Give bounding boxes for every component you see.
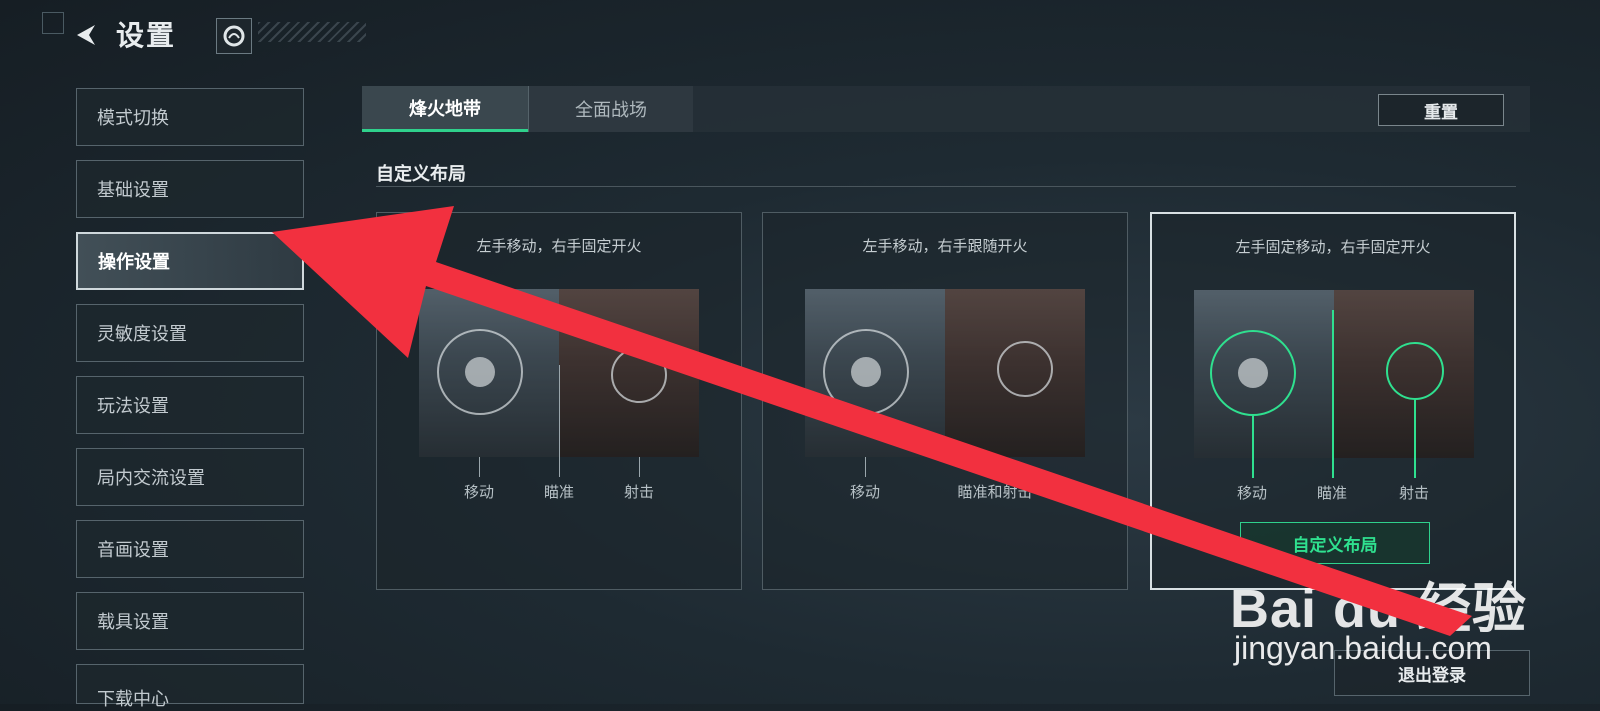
sidebar-item-label: 载具设置 bbox=[97, 612, 169, 633]
sidebar-item-label: 灵敏度设置 bbox=[97, 324, 187, 345]
tab-label: 全面战场 bbox=[575, 100, 647, 121]
card-title: 左手移动，右手跟随开火 bbox=[862, 237, 1028, 255]
card-title: 左手移动，右手固定开火 bbox=[476, 237, 642, 255]
label-aim: 瞄准 bbox=[543, 483, 574, 501]
sidebar-item-gameplay-settings[interactable]: 玩法设置 bbox=[76, 376, 304, 434]
layout-preview-image bbox=[419, 289, 699, 457]
aim-crosshair bbox=[1332, 310, 1334, 458]
label-aim-and-fire: 瞄准和射击 bbox=[957, 483, 1033, 501]
sidebar-item-basic-settings[interactable]: 基础设置 bbox=[76, 160, 304, 218]
sidebar-item-download-center[interactable]: 下载中心 bbox=[76, 664, 304, 710]
tab-full-battlefield[interactable]: 全面战场 bbox=[528, 86, 693, 132]
fire-button-icon bbox=[1386, 342, 1444, 400]
back-button[interactable] bbox=[70, 20, 100, 50]
reset-button[interactable]: 重置 bbox=[1378, 94, 1504, 126]
label-move: 移动 bbox=[849, 483, 880, 501]
page-title: 设置 bbox=[116, 19, 177, 52]
baidu-watermark: Bai du 经验 jingyan.baidu.com bbox=[1230, 560, 1570, 700]
label-aim: 瞄准 bbox=[1316, 484, 1347, 502]
header-stripes-decoration bbox=[258, 22, 366, 42]
custom-layout-button[interactable]: 自定义布局 bbox=[1240, 522, 1430, 564]
sidebar-item-label: 下载中心 bbox=[97, 689, 169, 710]
sidebar-item-communication-settings[interactable]: 局内交流设置 bbox=[76, 448, 304, 506]
sidebar-item-control-settings[interactable]: 操作设置 bbox=[76, 232, 304, 290]
label-move: 移动 bbox=[1236, 484, 1267, 502]
sidebar-item-label: 模式切换 bbox=[97, 108, 169, 129]
fire-button-icon bbox=[997, 341, 1053, 397]
label-move: 移动 bbox=[463, 483, 494, 501]
fire-button-icon bbox=[611, 347, 667, 403]
layout-card-2[interactable]: 左手移动，右手跟随开火 移动 瞄准和射击 bbox=[762, 212, 1128, 590]
sidebar-item-label: 局内交流设置 bbox=[97, 468, 205, 489]
layout-preview-image bbox=[1194, 290, 1474, 458]
label-fire: 射击 bbox=[623, 483, 654, 501]
sidebar-item-mode-switch[interactable]: 模式切换 bbox=[76, 88, 304, 146]
layout-card-1[interactable]: 左手移动，右手固定开火 移动 瞄准 射击 bbox=[376, 212, 742, 590]
sidebar-item-sensitivity-settings[interactable]: 灵敏度设置 bbox=[76, 304, 304, 362]
tab-label: 烽火地带 bbox=[409, 98, 481, 120]
section-divider bbox=[376, 186, 1516, 187]
corner-decoration bbox=[42, 12, 64, 34]
tab-warfare-zone[interactable]: 烽火地带 bbox=[362, 86, 528, 132]
sidebar-item-label: 音画设置 bbox=[97, 540, 169, 561]
sidebar-item-label: 玩法设置 bbox=[97, 396, 169, 417]
game-logo-button[interactable] bbox=[216, 18, 252, 54]
label-fire: 射击 bbox=[1398, 484, 1429, 502]
back-arrow-icon bbox=[77, 25, 95, 45]
card-title: 左手固定移动，右手固定开火 bbox=[1235, 238, 1431, 256]
section-title: 自定义布局 bbox=[376, 164, 466, 185]
layout-card-3[interactable]: 左手固定移动，右手固定开火 移动 瞄准 射击 自定义布局 bbox=[1150, 212, 1516, 590]
game-logo-icon bbox=[223, 25, 245, 47]
watermark-url: jingyan.baidu.com bbox=[1234, 630, 1492, 666]
sidebar-item-label: 操作设置 bbox=[98, 252, 170, 273]
layout-preview-image bbox=[805, 289, 1085, 457]
sidebar-item-label: 基础设置 bbox=[97, 180, 169, 201]
sidebar-item-audio-video-settings[interactable]: 音画设置 bbox=[76, 520, 304, 578]
sidebar-item-vehicle-settings[interactable]: 载具设置 bbox=[76, 592, 304, 650]
